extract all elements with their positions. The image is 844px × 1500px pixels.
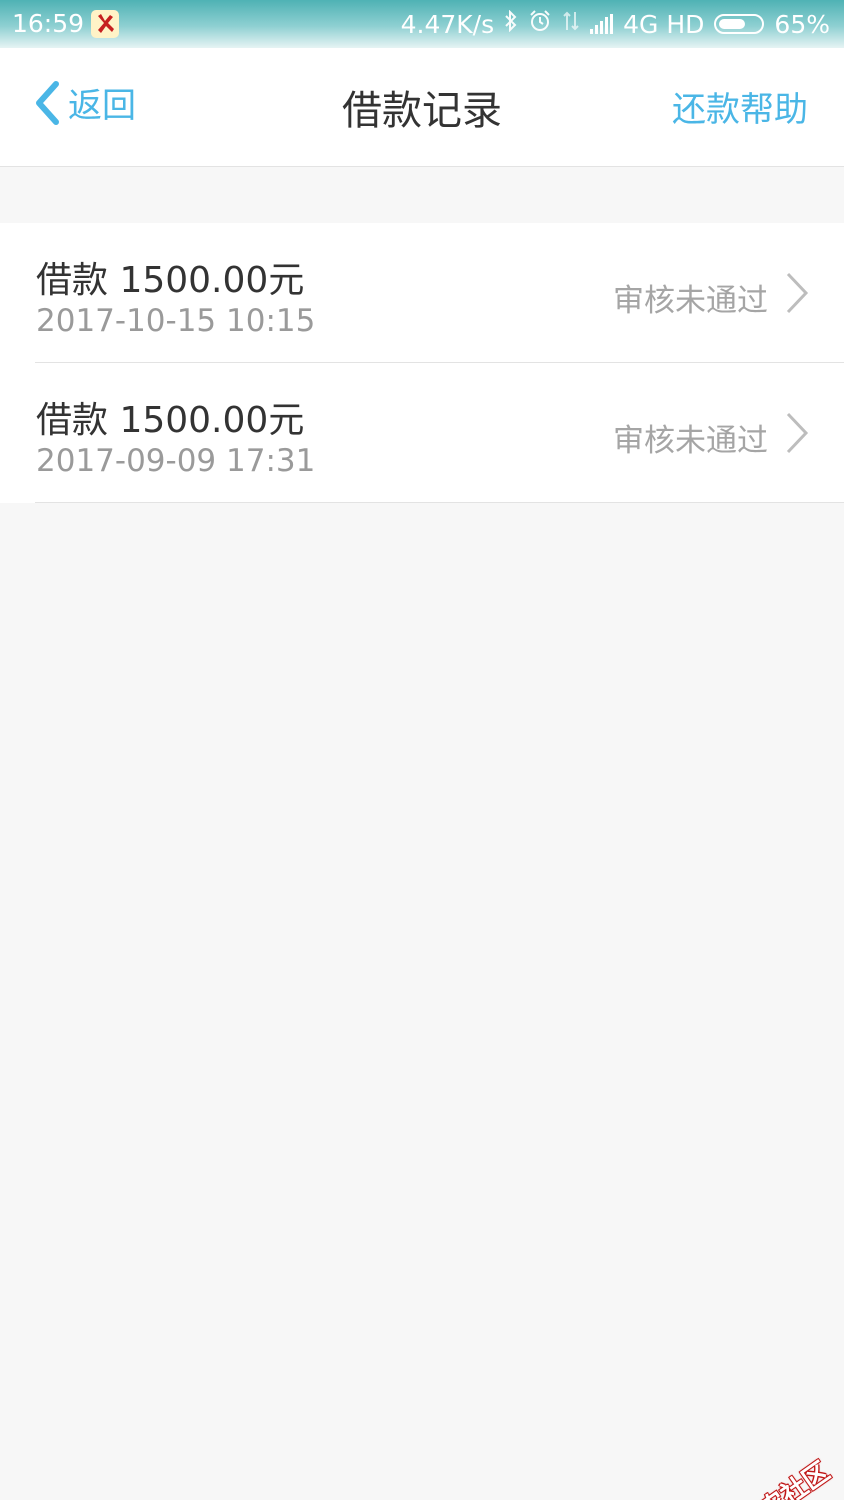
network-type: 4G HD <box>623 9 705 39</box>
watermark-logo: 卡农社区 <box>703 1452 836 1500</box>
signal-icon <box>590 14 614 34</box>
status-time: 16:59 <box>12 9 85 38</box>
app-notification-icon <box>91 10 119 38</box>
battery-percent: 65% <box>774 9 830 39</box>
chevron-right-icon <box>786 272 809 314</box>
record-time: 2017-10-15 10:15 <box>36 303 316 339</box>
record-title: 借款 1500.00元 <box>36 400 305 441</box>
battery-icon <box>714 14 765 34</box>
bluetooth-icon <box>504 9 518 38</box>
screen: 16:59 4.47K/s 4G HD 65% 返回 借款记录 还款帮助 借款 … <box>0 0 844 1500</box>
record-time: 2017-09-09 17:31 <box>36 443 316 479</box>
nav-bar: 返回 借款记录 还款帮助 <box>0 48 844 167</box>
chevron-right-icon <box>786 412 809 454</box>
status-bar: 16:59 4.47K/s 4G HD 65% <box>0 0 844 48</box>
list-item[interactable]: 借款 1500.00元 2017-09-09 17:31 审核未通过 <box>0 363 844 503</box>
status-indicators: 4.47K/s 4G HD 65% <box>401 9 830 39</box>
record-status: 审核未通过 <box>613 283 768 319</box>
net-speed: 4.47K/s <box>400 9 495 39</box>
watermark-text: 卡农社区 <box>733 1456 836 1500</box>
data-transfer-icon <box>562 10 580 38</box>
list-item[interactable]: 借款 1500.00元 2017-10-15 10:15 审核未通过 <box>0 223 844 363</box>
repayment-help-link[interactable]: 还款帮助 <box>672 82 808 131</box>
loan-record-list: 借款 1500.00元 2017-10-15 10:15 审核未通过 借款 15… <box>0 223 844 503</box>
record-status: 审核未通过 <box>613 423 768 459</box>
record-title: 借款 1500.00元 <box>36 260 305 301</box>
divider <box>35 502 844 503</box>
alarm-icon <box>528 9 552 39</box>
